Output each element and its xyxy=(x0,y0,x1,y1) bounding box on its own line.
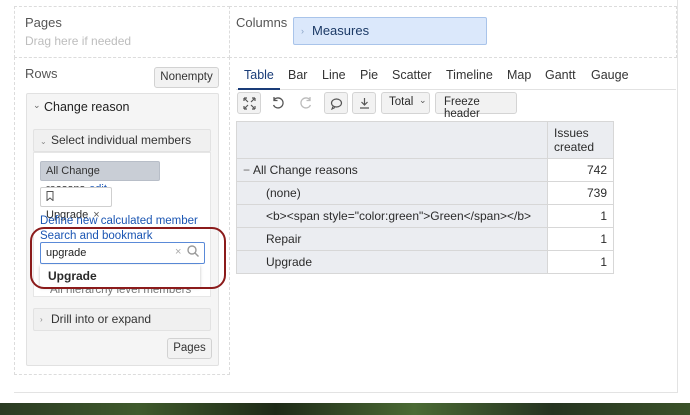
select-members-label: Select individual members xyxy=(51,133,192,147)
tab-pie[interactable]: Pie xyxy=(360,68,378,82)
columns-title: Columns xyxy=(236,15,288,30)
issues-created-column-header[interactable]: Issues created xyxy=(547,121,614,159)
tab-gantt[interactable]: Gantt xyxy=(545,68,576,82)
table-row-label[interactable]: Upgrade xyxy=(236,250,548,274)
rows-title: Rows xyxy=(25,66,58,81)
chevron-down-icon: ⌄ xyxy=(40,137,47,146)
redo-icon xyxy=(300,97,312,109)
undo-button[interactable] xyxy=(266,92,291,114)
table-row: − All Change reasons 742 xyxy=(236,158,614,182)
table-cell-value[interactable]: 1 xyxy=(547,204,614,228)
table-row: (none) 739 xyxy=(236,181,614,205)
chevron-down-icon[interactable]: ⌄ xyxy=(33,100,41,111)
tab-line[interactable]: Line xyxy=(322,68,346,82)
chevron-down-icon: ⌄ xyxy=(419,95,427,105)
table-cell-value[interactable]: 742 xyxy=(547,158,614,182)
tab-table[interactable]: Table xyxy=(244,68,274,82)
all-change-reasons-chip[interactable]: All Change reasonsedit xyxy=(40,161,160,195)
change-reason-dimension-title[interactable]: Change reason xyxy=(44,100,129,114)
measures-chip-label: Measures xyxy=(312,23,370,38)
define-calculated-member-link[interactable]: Define new calculated member xyxy=(40,215,198,227)
comment-button[interactable] xyxy=(324,92,348,114)
table-row-label[interactable]: Repair xyxy=(236,227,548,251)
expand-arrows-icon xyxy=(243,97,256,110)
table-cell-value[interactable]: 739 xyxy=(547,181,614,205)
tab-divider xyxy=(236,89,676,90)
table-row: <b><span style="color:green">Green</span… xyxy=(236,204,614,228)
bookmark-icon xyxy=(46,191,54,202)
freeze-header-button[interactable]: Freeze header xyxy=(435,92,517,120)
table-cell-value[interactable]: 1 xyxy=(547,227,614,251)
undo-icon xyxy=(272,97,284,109)
tab-gauge[interactable]: Gauge xyxy=(591,68,629,82)
tab-bar[interactable]: Bar xyxy=(288,68,307,82)
table-row-label[interactable]: <b><span style="color:green">Green</span… xyxy=(236,204,548,228)
table-row-label[interactable]: − All Change reasons xyxy=(236,158,548,182)
total-dropdown[interactable]: Total ⌄ xyxy=(381,92,430,114)
tab-timeline[interactable]: Timeline xyxy=(446,68,493,82)
drill-into-label: Drill into or expand xyxy=(51,312,152,326)
tab-map[interactable]: Map xyxy=(507,68,531,82)
download-icon xyxy=(360,98,369,109)
expand-button[interactable] xyxy=(237,92,261,114)
comment-icon xyxy=(330,98,343,110)
redo-button[interactable] xyxy=(294,92,319,114)
table-row: Repair 1 xyxy=(236,227,614,251)
table-row: Upgrade 1 xyxy=(236,250,614,274)
freeze-header-label: Freeze header xyxy=(444,96,480,120)
table-header-row: Issues created xyxy=(236,121,614,159)
chevron-right-icon: › xyxy=(301,26,304,36)
table-cell-value[interactable]: 1 xyxy=(547,250,614,274)
pages-button[interactable]: Pages xyxy=(167,338,212,359)
nonempty-button[interactable]: Nonempty xyxy=(154,67,219,88)
window-edge xyxy=(14,392,678,393)
clear-icon[interactable]: × xyxy=(175,246,181,258)
pages-hint: Drag here if needed xyxy=(25,34,132,48)
window-edge xyxy=(677,0,678,393)
row-header-corner xyxy=(236,121,548,159)
search-and-bookmark-link[interactable]: Search and bookmark xyxy=(40,230,153,242)
results-table: Issues created − All Change reasons 742 (… xyxy=(236,121,614,274)
collapse-icon[interactable]: − xyxy=(243,163,250,177)
measures-chip[interactable]: › Measures xyxy=(293,17,487,45)
pages-title: Pages xyxy=(25,15,62,30)
search-suggestion-item[interactable]: Upgrade xyxy=(40,265,200,287)
search-icon[interactable] xyxy=(186,244,200,258)
tab-scatter[interactable]: Scatter xyxy=(392,68,432,82)
pages-drop-zone[interactable] xyxy=(14,6,230,58)
table-row-label[interactable]: (none) xyxy=(236,181,548,205)
chevron-right-icon: › xyxy=(40,315,43,324)
app-window: Pages Drag here if needed Columns › Meas… xyxy=(0,0,690,403)
drill-into-header[interactable]: › Drill into or expand xyxy=(33,308,211,331)
upgrade-bookmark-chip[interactable]: Upgrade × xyxy=(40,187,112,221)
desktop-background xyxy=(0,403,690,415)
export-button[interactable] xyxy=(352,92,376,114)
total-label: Total xyxy=(389,96,414,108)
active-tab-indicator xyxy=(238,88,280,90)
select-members-header[interactable]: ⌄ Select individual members xyxy=(33,129,211,152)
